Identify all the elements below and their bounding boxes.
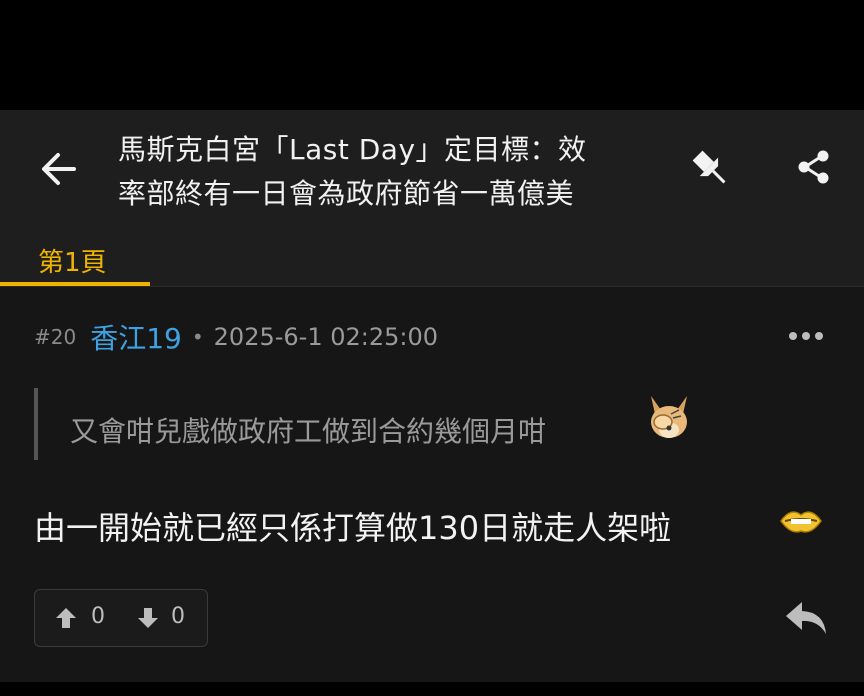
more-horizontal-icon	[789, 332, 823, 340]
downvote-button[interactable]	[137, 607, 159, 629]
quoted-post[interactable]: 又會咁兒戲做政府工做到合約幾個月咁	[34, 388, 738, 460]
thread-title-line2: 率部終有一日會為政府節省一萬億美	[118, 177, 575, 210]
post-body: 由一開始就已經只係打算做130日就走人架啦	[34, 509, 672, 547]
upvote-button[interactable]	[55, 607, 77, 629]
tab-label: 第1頁	[38, 248, 107, 278]
lips-emoji-icon	[779, 503, 823, 537]
downvote-count: 0	[171, 604, 185, 629]
post-timestamp: 2025-6-1 02:25:00	[213, 323, 439, 351]
dog-facepalm-emoji-icon	[643, 392, 695, 444]
username-link[interactable]: 香江19	[90, 317, 182, 357]
reply-icon	[786, 602, 826, 634]
thread-title-line1: 馬斯克白宮「Last Day」定目標：效	[118, 133, 587, 166]
quote-text: 又會咁兒戲做政府工做到合約幾個月咁	[70, 415, 547, 448]
reply-button[interactable]	[784, 598, 828, 638]
status-bar-area	[0, 0, 864, 110]
pin-button[interactable]	[688, 146, 734, 192]
arrow-up-icon	[56, 608, 76, 628]
vote-box: 0 0	[34, 589, 208, 647]
post-meta: #20 香江19 • 2025-6-1 02:25:00	[34, 319, 438, 355]
post-floor-number: #20	[34, 325, 77, 349]
more-options-button[interactable]	[786, 328, 826, 344]
back-button[interactable]	[40, 150, 78, 188]
arrow-down-icon	[138, 608, 158, 628]
share-icon	[798, 150, 829, 184]
upvote-count: 0	[91, 604, 105, 629]
thread-title: 馬斯克白宮「Last Day」定目標：效 率部終有一日會為政府節省一萬億美	[118, 128, 598, 216]
bottom-edge	[0, 682, 864, 696]
arrow-left-icon	[42, 153, 76, 185]
meta-separator: •	[191, 325, 204, 349]
tab-page-1[interactable]: 第1頁	[0, 232, 150, 286]
pin-icon	[692, 150, 726, 184]
share-button[interactable]	[795, 148, 833, 186]
